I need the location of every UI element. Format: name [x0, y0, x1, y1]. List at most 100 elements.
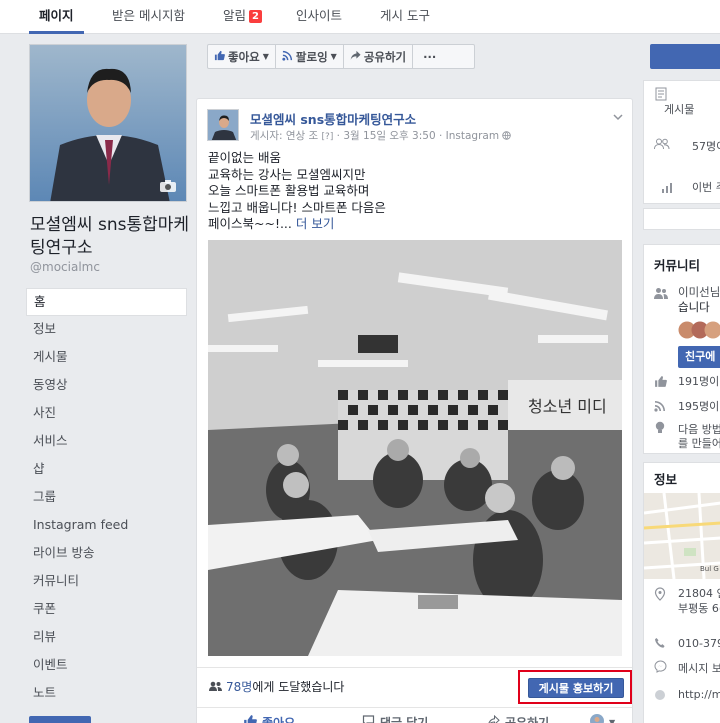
more-options-label: ··· — [423, 49, 437, 64]
address-line2: 부평동 6( — [678, 602, 720, 615]
nav-item-community[interactable]: 커뮤니티 — [26, 568, 187, 596]
post-source[interactable]: Instagram — [446, 130, 499, 142]
page-tab-bar: 페이지 받은 메시지함 알림 2 인사이트 게시 도구 — [0, 0, 720, 34]
top-right-action-button[interactable] — [650, 44, 720, 69]
location-map[interactable]: Bul G — [644, 493, 720, 579]
page-title[interactable]: 모셜엠씨 sns통합마케팅연구소 — [30, 214, 190, 260]
community-invite-suffix: 습니다 — [678, 300, 710, 314]
comment-icon — [362, 715, 375, 723]
post-text-line: 오늘 스마트폰 활용법 교육하며 — [208, 183, 370, 198]
summary-people-text: 57명이 — [692, 140, 720, 153]
avatar-small-icon — [590, 714, 604, 723]
post-author-avatar[interactable] — [207, 109, 239, 141]
post-comment-button[interactable]: 댓글 달기 — [362, 714, 428, 723]
community-tip-line2: 를 만들어 — [678, 437, 720, 450]
tab-page[interactable]: 페이지 — [29, 0, 84, 34]
nav-item-notes[interactable]: 노트 — [26, 680, 187, 708]
promote-post-button[interactable]: 게시물 홍보하기 — [528, 678, 624, 698]
nav-item-events[interactable]: 이벤트 — [26, 652, 187, 680]
invite-friends-button[interactable]: 친구에 — [678, 346, 720, 368]
post-text: 끝이없는 배움 교육하는 강사는 모셜엠씨지만 오늘 스마트폰 활용법 교육하며… — [208, 150, 618, 233]
post-author-name[interactable]: 모셜엠씨 sns통합마케팅연구소 — [250, 109, 416, 128]
share-arrow-icon — [350, 46, 361, 68]
post-text-line: 페이스북~~!... 더 보기 — [208, 216, 618, 233]
post-action-bar: 좋아요 댓글 달기 공유하기 ▼ — [197, 707, 632, 723]
nav-item-photos[interactable]: 사진 — [26, 400, 187, 428]
post-comment-label: 댓글 달기 — [380, 716, 429, 723]
lightbulb-icon — [654, 421, 668, 435]
like-page-button[interactable]: 좋아요 ▼ — [208, 45, 276, 68]
profile-picture[interactable] — [29, 44, 187, 202]
post-options-chevron-icon[interactable] — [613, 111, 623, 121]
nav-item-videos[interactable]: 동영상 — [26, 372, 187, 400]
website-link[interactable]: http://mo — [678, 688, 720, 701]
address-line1: 21804 인 — [678, 587, 720, 600]
nav-item-posts[interactable]: 게시물 — [26, 344, 187, 372]
thumbs-up-icon — [654, 375, 668, 389]
post-card: 모셜엠씨 sns통합마케팅연구소 게시자: 연상 조 [?] · 3월 15일 … — [196, 98, 633, 723]
post-photo[interactable]: 청소년 미디 — [208, 240, 622, 656]
following-label: 팔로잉 — [295, 49, 328, 64]
community-invite-link[interactable]: 이미선님 — [678, 284, 720, 300]
tab-insights[interactable]: 인사이트 — [296, 0, 342, 34]
post-audience-selector[interactable]: ▼ — [590, 714, 615, 723]
nav-item-services[interactable]: 서비스 — [26, 428, 187, 456]
community-title: 커뮤니티 — [654, 258, 701, 273]
summary-posts-text: 게시물 — [664, 103, 695, 116]
document-icon — [654, 87, 668, 101]
caret-down-icon: ▼ — [262, 51, 269, 61]
nav-item-coupons[interactable]: 쿠폰 — [26, 596, 187, 624]
left-bottom-button[interactable] — [29, 716, 91, 723]
nav-item-reviews[interactable]: 리뷰 — [26, 624, 187, 652]
post-publisher[interactable]: 게시자: 연상 조 — [250, 130, 318, 142]
nav-item-about[interactable]: 정보 — [26, 316, 187, 344]
page-summary-card: 게시물 57명이 이번 주 — [643, 80, 720, 204]
post-share-button[interactable]: 공유하기 — [487, 714, 549, 723]
tab-label: 인사이트 — [296, 8, 343, 23]
send-message-link[interactable]: 메시지 보 — [678, 660, 720, 676]
like-page-label: 좋아요 — [228, 49, 260, 64]
thumbs-up-icon — [243, 714, 257, 723]
page-action-bar: 좋아요 ▼ 팔로잉 ▼ 공유하기 ··· — [207, 44, 475, 69]
post-text-line: 끝이없는 배움 — [208, 150, 281, 165]
following-button[interactable]: 팔로잉 ▼ — [276, 45, 344, 68]
map-label: Bul G — [700, 565, 719, 573]
page-username[interactable]: @mocialmc — [30, 260, 100, 274]
messenger-icon — [654, 660, 668, 674]
post-timestamp[interactable]: 3월 15일 오후 3:50 — [343, 130, 435, 142]
thumbs-up-icon — [214, 46, 225, 68]
reach-count-link[interactable]: 78명 — [226, 680, 252, 694]
about-card: 정보 Bul G 21804 인 부평동 6( 010-3795 메시지 보 h… — [643, 462, 720, 723]
globe-icon — [502, 130, 512, 142]
phone-icon — [654, 637, 668, 651]
post-meta: 게시자: 연상 조 [?] · 3월 15일 오후 3:50 · Instagr… — [250, 128, 512, 143]
friends-icon — [654, 287, 668, 301]
tab-notifications[interactable]: 알림 2 — [223, 0, 262, 34]
caret-down-icon: ▼ — [609, 718, 616, 723]
nav-item-groups[interactable]: 그룹 — [26, 484, 187, 512]
nav-item-home[interactable]: 홈 — [26, 288, 187, 316]
camera-icon[interactable] — [159, 179, 177, 196]
help-icon[interactable]: [?] — [322, 132, 334, 142]
tab-publishing-tools[interactable]: 게시 도구 — [380, 0, 430, 34]
nav-item-live[interactable]: 라이브 방송 — [26, 540, 187, 568]
share-page-button[interactable]: 공유하기 — [344, 45, 414, 68]
post-text-line: 느낍고 배웁니다! 스마트폰 다음은 — [208, 199, 386, 215]
more-options-button[interactable]: ··· — [413, 45, 446, 68]
tab-inbox[interactable]: 받은 메시지함 — [112, 0, 185, 34]
tab-label: 받은 메시지함 — [112, 8, 185, 23]
nav-item-shop[interactable]: 샵 — [26, 456, 187, 484]
map-image: Bul G — [644, 493, 720, 579]
tab-label: 페이지 — [39, 8, 74, 23]
caret-down-icon: ▼ — [330, 51, 337, 61]
bar-chart-icon — [662, 181, 676, 195]
rss-icon — [282, 46, 293, 68]
nav-item-instagram-feed[interactable]: Instagram feed — [26, 512, 187, 540]
post-text-last: 페이스북~~!... — [208, 216, 292, 231]
see-more-link[interactable]: 더 보기 — [296, 216, 334, 231]
tab-label: 알림 — [223, 8, 247, 23]
friend-avatars[interactable] — [678, 321, 720, 342]
post-like-label: 좋아요 — [262, 716, 296, 723]
post-like-button[interactable]: 좋아요 — [243, 714, 295, 723]
page-nav: 홈 정보 게시물 동영상 사진 서비스 샵 그룹 Instagram feed … — [26, 288, 187, 708]
